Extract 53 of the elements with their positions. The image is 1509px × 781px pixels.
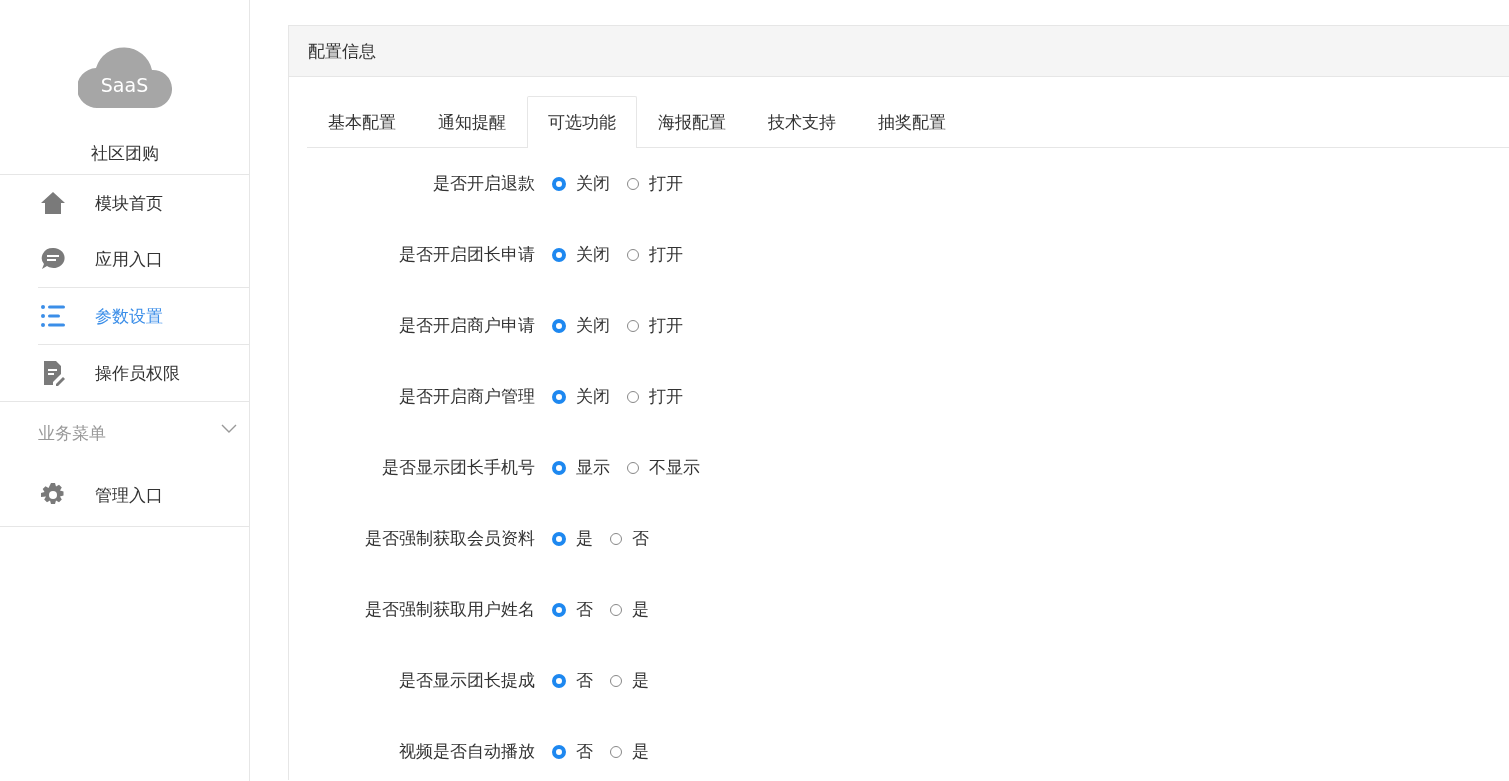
tab[interactable]: 基本配置: [307, 96, 417, 147]
radio-option[interactable]: 关闭: [552, 385, 610, 408]
home-icon: [40, 190, 66, 216]
sidebar-item[interactable]: 应用入口: [0, 231, 249, 287]
radio-button[interactable]: [552, 176, 566, 191]
radio-option[interactable]: 显示: [552, 456, 610, 479]
radio-button[interactable]: [552, 531, 566, 546]
radio-option[interactable]: 打开: [627, 385, 683, 408]
radio-button[interactable]: [552, 602, 566, 617]
field-label: 是否强制获取会员资料: [364, 527, 536, 550]
radio-option[interactable]: 否: [552, 740, 593, 763]
radio-option[interactable]: 关闭: [552, 243, 610, 266]
radio-option[interactable]: 是: [610, 598, 649, 621]
radio-option[interactable]: 打开: [627, 314, 683, 337]
tab[interactable]: 海报配置: [637, 96, 747, 147]
sidebar-item[interactable]: 模块首页: [0, 175, 249, 231]
field-label: 是否强制获取用户姓名: [364, 598, 536, 621]
field-label: 是否开启团长申请: [398, 243, 536, 266]
radio-option[interactable]: 是: [610, 669, 649, 692]
list-icon: [40, 303, 66, 329]
radio-button[interactable]: [552, 318, 566, 333]
field-label: 是否显示团长手机号: [381, 456, 536, 479]
field-label: 是否开启商户申请: [398, 314, 536, 337]
radio-option[interactable]: 是: [610, 740, 649, 763]
radio-option[interactable]: 是: [552, 527, 593, 550]
field-label: 是否开启商户管理: [398, 385, 536, 408]
panel-title: 配置信息: [289, 26, 1509, 77]
tab[interactable]: 抽奖配置: [857, 96, 967, 147]
app-name: 社区团购: [0, 142, 249, 175]
radio-option[interactable]: 否: [552, 669, 593, 692]
sidebar-item[interactable]: 操作员权限: [0, 345, 249, 401]
radio-option[interactable]: 否: [610, 527, 649, 550]
radio-button[interactable]: [552, 673, 566, 688]
field-label: 是否显示团长提成: [398, 669, 536, 692]
radio-option[interactable]: 否: [552, 598, 593, 621]
field-label: 视频是否自动播放: [398, 740, 536, 763]
tab[interactable]: 技术支持: [747, 96, 857, 147]
sidebar-item[interactable]: 参数设置: [38, 287, 249, 345]
sidebar-item[interactable]: 管理入口: [0, 464, 249, 526]
radio-option[interactable]: 关闭: [552, 172, 610, 195]
tab[interactable]: 可选功能: [527, 96, 637, 148]
radio-option[interactable]: 打开: [627, 243, 683, 266]
radio-option[interactable]: 关闭: [552, 314, 610, 337]
field-label: 是否开启退款: [432, 172, 536, 195]
radio-button[interactable]: [552, 744, 566, 759]
chat-bubble-icon: [40, 246, 66, 272]
radio-button[interactable]: [552, 460, 566, 475]
chevron-icon: [221, 424, 237, 434]
radio-button[interactable]: [552, 389, 566, 404]
radio-option[interactable]: 不显示: [627, 456, 700, 479]
tab[interactable]: 通知提醒: [417, 96, 527, 147]
radio-button[interactable]: [552, 247, 566, 262]
radio-option[interactable]: 打开: [627, 172, 683, 195]
